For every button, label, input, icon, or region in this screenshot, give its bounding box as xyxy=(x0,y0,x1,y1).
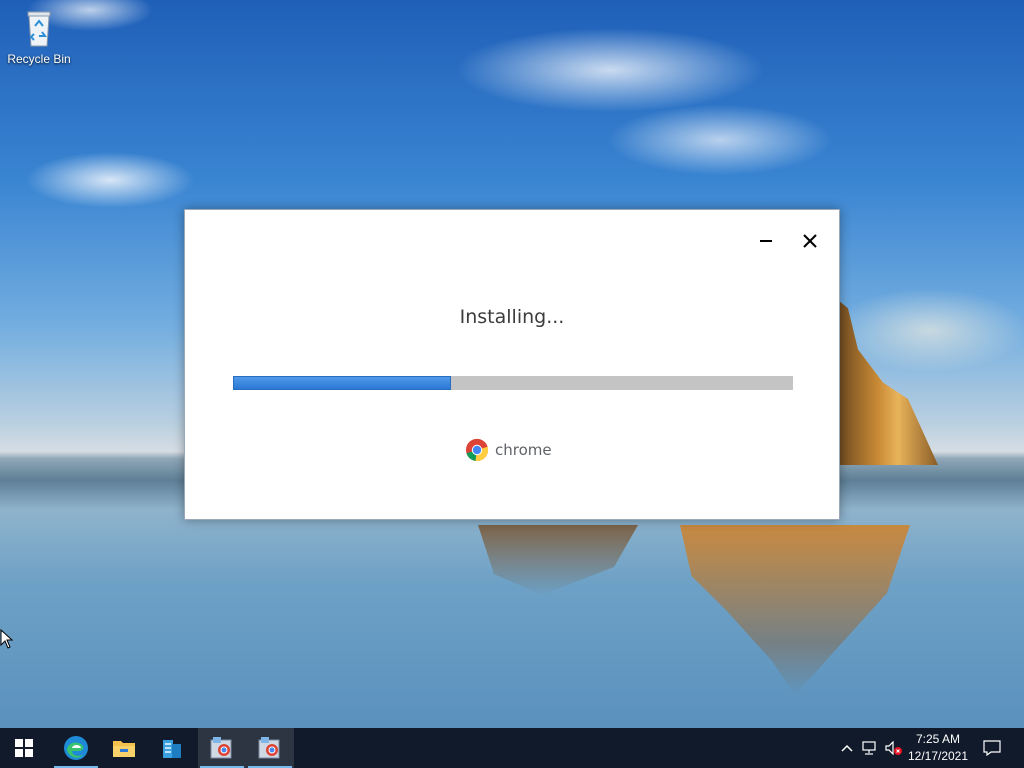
taskbar: 7:25 AM 12/17/2021 xyxy=(0,728,1024,768)
taskbar-installer-button-1[interactable] xyxy=(198,728,246,768)
installer-app-icon xyxy=(258,737,280,759)
notifications-icon xyxy=(983,740,1001,756)
action-center-button[interactable] xyxy=(978,728,1006,768)
recycle-bin-icon xyxy=(22,8,56,48)
chevron-up-icon xyxy=(841,744,853,752)
close-button[interactable] xyxy=(795,226,825,256)
server-manager-icon xyxy=(163,740,181,758)
network-tray-button[interactable] xyxy=(860,728,880,768)
install-progress-fill xyxy=(233,376,452,390)
rock-reflection xyxy=(478,525,638,595)
minimize-icon xyxy=(760,240,772,242)
taskbar-server-manager-button[interactable] xyxy=(148,728,196,768)
chrome-logo-icon xyxy=(466,438,489,462)
volume-muted-icon xyxy=(885,741,902,755)
clock-date: 12/17/2021 xyxy=(907,749,969,763)
clock-time: 7:25 AM xyxy=(915,732,961,746)
cliff-reflection xyxy=(680,525,910,695)
volume-tray-button[interactable] xyxy=(884,728,904,768)
show-hidden-icons-button[interactable] xyxy=(838,728,856,768)
close-icon xyxy=(803,234,817,248)
install-status-text: Installing... xyxy=(459,306,565,328)
start-button[interactable] xyxy=(0,728,48,768)
installer-app-icon xyxy=(210,737,232,759)
mouse-cursor-icon xyxy=(0,628,14,649)
desktop-icon-recycle-bin[interactable]: Recycle Bin xyxy=(6,8,72,78)
cliff-landscape xyxy=(838,300,938,465)
file-explorer-icon xyxy=(113,741,135,757)
install-progress-bar xyxy=(233,376,793,390)
chrome-brand: chrome xyxy=(465,438,552,462)
desktop-icon-label: Recycle Bin xyxy=(7,52,71,66)
taskbar-file-explorer-button[interactable] xyxy=(100,728,148,768)
minimize-button[interactable] xyxy=(751,226,781,256)
chrome-installer-dialog: Installing... chrome xyxy=(184,209,840,520)
windows-start-icon xyxy=(15,739,33,757)
network-icon xyxy=(862,741,876,755)
brand-name: chrome xyxy=(495,441,552,459)
taskbar-edge-button[interactable] xyxy=(52,728,100,768)
taskbar-installer-button-2[interactable] xyxy=(246,728,294,768)
taskbar-clock[interactable]: 7:25 AM 12/17/2021 xyxy=(906,731,970,765)
edge-browser-icon xyxy=(64,736,88,760)
